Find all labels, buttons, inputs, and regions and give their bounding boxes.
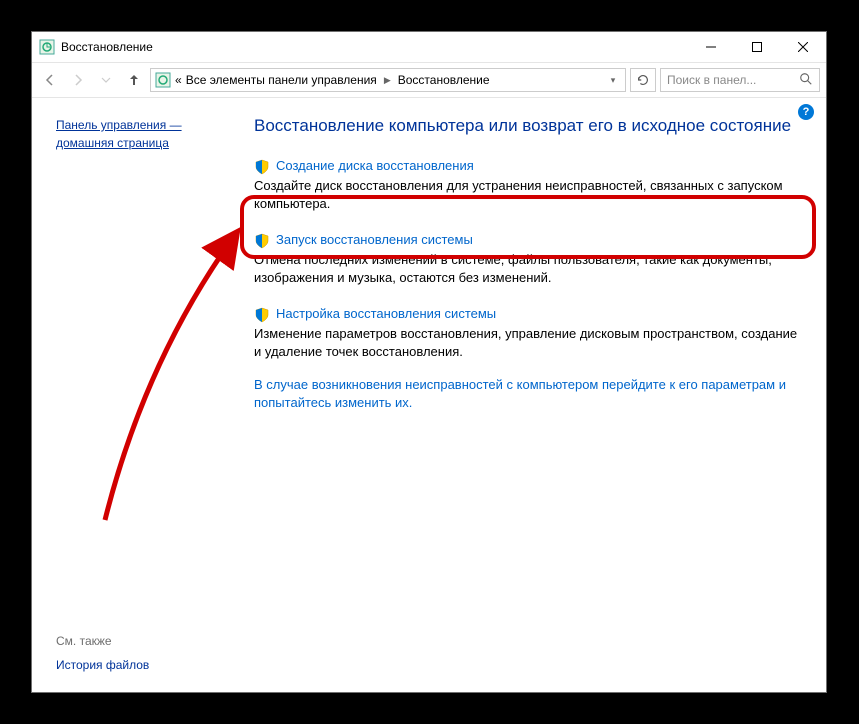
titlebar: Восстановление	[32, 32, 826, 62]
close-button[interactable]	[780, 32, 826, 62]
search-placeholder: Поиск в панел...	[667, 73, 799, 87]
breadcrumb-prefix: «	[175, 73, 182, 87]
minimize-button[interactable]	[688, 32, 734, 62]
control-panel-home-link[interactable]: Панель управления — домашняя страница	[56, 116, 212, 152]
configure-restore-link[interactable]: Настройка восстановления системы	[276, 306, 496, 321]
option-create-recovery-drive: Создание диска восстановления Создайте д…	[254, 158, 802, 212]
window-title: Восстановление	[61, 40, 688, 54]
pc-settings-link[interactable]: В случае возникновения неисправностей с …	[254, 377, 786, 410]
settings-prompt: В случае возникновения неисправностей с …	[254, 376, 802, 412]
option-system-restore: Запуск восстановления системы Отмена пос…	[254, 226, 802, 292]
option-desc: Создайте диск восстановления для устране…	[254, 177, 802, 212]
search-icon	[799, 72, 813, 89]
recovery-icon	[155, 72, 171, 88]
option-configure-restore: Настройка восстановления системы Изменен…	[254, 306, 802, 360]
recent-dropdown[interactable]	[94, 68, 118, 92]
address-bar: « Все элементы панели управления ▶ Восст…	[32, 62, 826, 98]
search-input[interactable]: Поиск в панел...	[660, 68, 820, 92]
option-desc: Отмена последних изменений в системе; фа…	[254, 251, 798, 286]
up-button[interactable]	[122, 68, 146, 92]
forward-button[interactable]	[66, 68, 90, 92]
maximize-button[interactable]	[734, 32, 780, 62]
content-area: Панель управления — домашняя страница См…	[32, 98, 826, 692]
shield-icon	[254, 159, 270, 175]
file-history-link[interactable]: История файлов	[56, 658, 149, 672]
see-also-header: См. также	[56, 634, 149, 648]
refresh-button[interactable]	[630, 68, 656, 92]
chevron-down-icon[interactable]: ▾	[605, 75, 621, 86]
shield-icon	[254, 307, 270, 323]
back-button[interactable]	[38, 68, 62, 92]
option-desc: Изменение параметров восстановления, упр…	[254, 325, 802, 360]
chevron-right-icon[interactable]: ▶	[384, 75, 391, 86]
breadcrumb-seg-1[interactable]: Все элементы панели управления	[186, 73, 377, 87]
page-title: Восстановление компьютера или возврат ег…	[254, 116, 802, 136]
breadcrumb[interactable]: « Все элементы панели управления ▶ Восст…	[150, 68, 626, 92]
sidebar-footer: См. также История файлов	[56, 634, 149, 672]
main-panel: Восстановление компьютера или возврат ег…	[222, 98, 826, 692]
create-recovery-drive-link[interactable]: Создание диска восстановления	[276, 158, 474, 173]
shield-icon	[254, 233, 270, 249]
sidebar: Панель управления — домашняя страница См…	[32, 98, 222, 692]
control-panel-window: Восстановление « Все элементы панели упр…	[31, 31, 827, 693]
recovery-icon	[39, 39, 55, 55]
system-restore-link[interactable]: Запуск восстановления системы	[276, 232, 473, 247]
window-buttons	[688, 32, 826, 62]
breadcrumb-seg-2[interactable]: Восстановление	[398, 73, 490, 87]
